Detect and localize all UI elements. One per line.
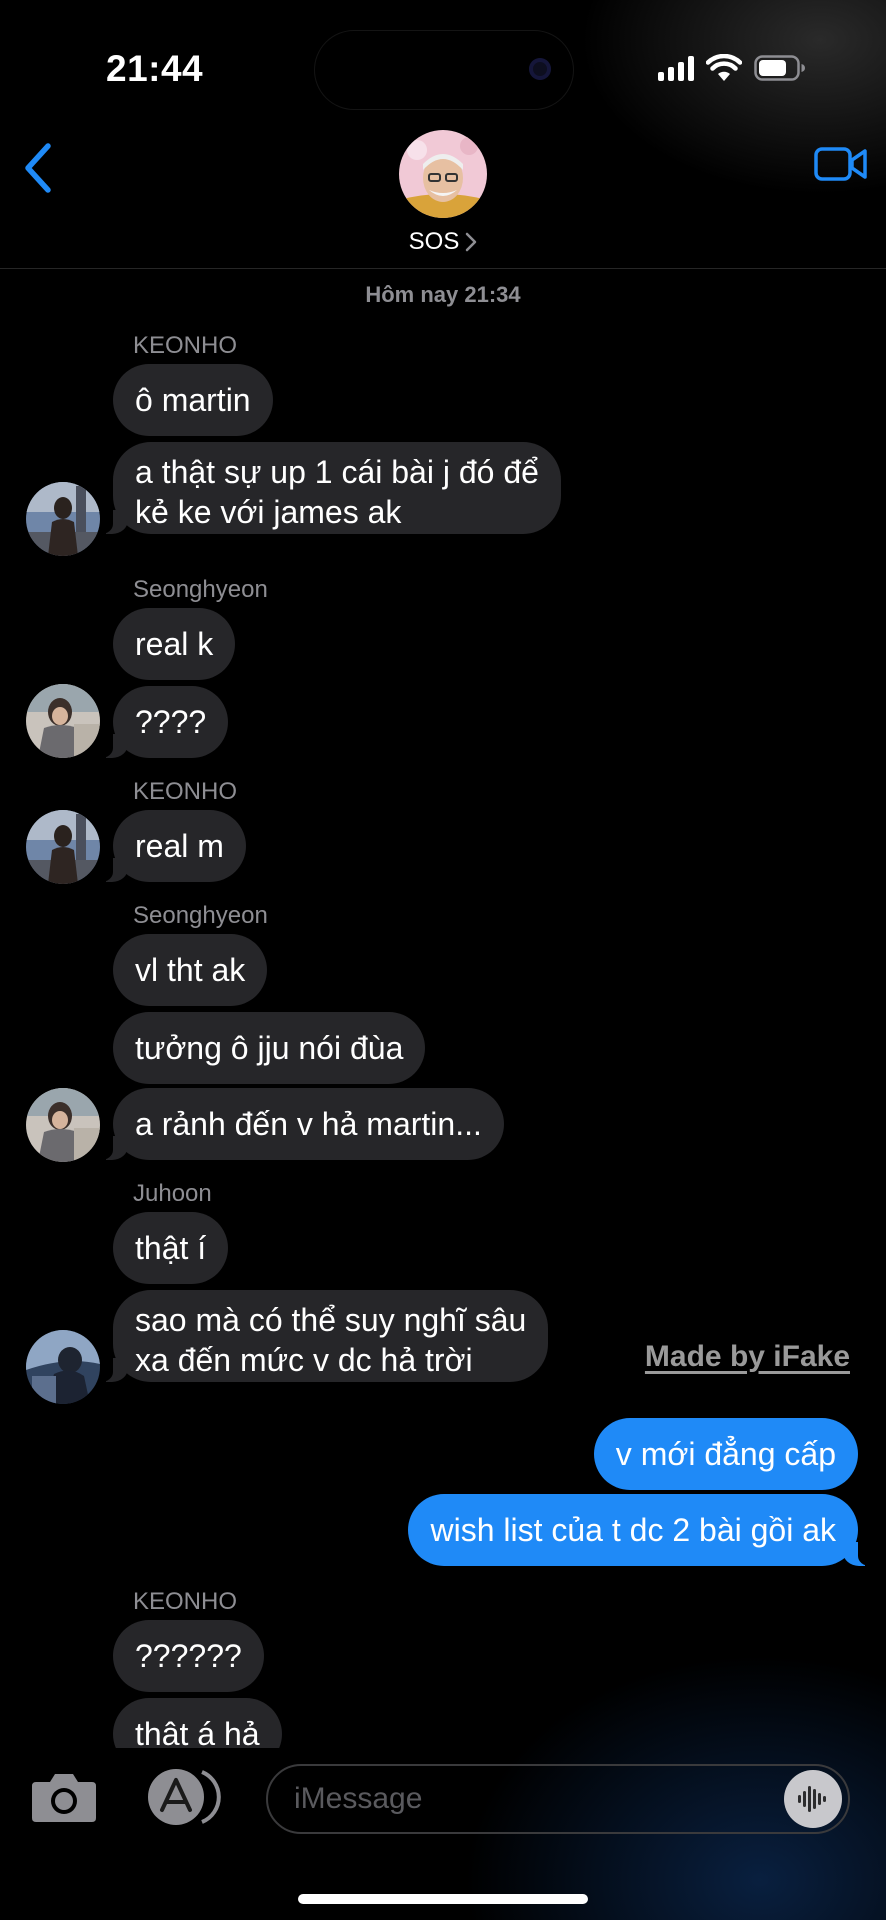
message-line: sao mà có thể suy nghĩ sâu [135,1302,527,1338]
message-bubble-outgoing[interactable]: wish list của t dc 2 bài gồi ak [408,1494,884,1566]
chevron-right-icon [466,232,477,252]
message-bubble[interactable]: sao mà có thể suy nghĩ sâu xa đến mức v … [86,1290,549,1382]
message-line: kẻ ke với james ak [135,494,402,530]
message-bubble[interactable]: thật í [113,1212,229,1284]
contact-name-button[interactable]: SOS [0,228,886,256]
audio-message-button[interactable] [784,1770,842,1828]
sender-name: Juhoon [133,1180,212,1207]
message-line: xa đến mức v dc hả trời [135,1342,473,1378]
sender-name: Seonghyeon [133,576,268,603]
message-bubble[interactable]: a rảnh đến v hả martin... [87,1088,504,1160]
sender-name: KEONHO [133,1588,238,1615]
avatar-photo [26,482,100,556]
app-store-button[interactable] [144,1766,224,1828]
sender-name: KEONHO [133,778,238,805]
wifi-icon [706,54,742,81]
chevron-left-icon [25,143,51,193]
avatar-keonho[interactable] [26,482,100,556]
avatar-photo [26,1088,100,1162]
sender-name: Seonghyeon [133,902,268,929]
avatar-juhoon[interactable] [26,1330,100,1404]
camera-button[interactable] [30,1770,104,1828]
contact-photo [399,130,487,218]
thread-timestamp: Hôm nay 21:34 [365,282,521,307]
message-bubble[interactable]: ???? [86,686,229,758]
message-placeholder: iMessage [294,1782,423,1815]
avatar-seonghyeon[interactable] [26,684,100,758]
dynamic-island [314,30,574,110]
message-bubble[interactable]: thât á hả [113,1698,282,1748]
conversation-header: SOS [0,120,886,269]
message-field[interactable]: iMessage [266,1764,850,1834]
back-button[interactable] [14,136,62,200]
contact-avatar[interactable] [399,130,487,218]
front-camera-icon [529,58,551,80]
avatar-seonghyeon[interactable] [26,1088,100,1162]
avatar-photo [26,810,100,884]
status-icons [658,54,806,82]
watermark: Made by iFake [644,1340,850,1373]
sender-name: KEONHO [133,332,238,359]
camera-icon [32,1774,96,1822]
message-bubble[interactable]: ?????? [113,1620,264,1692]
contact-name: SOS [408,228,460,255]
message-bubble-outgoing[interactable]: v mới đẳng cấp [593,1418,858,1490]
video-camera-icon [814,147,867,181]
avatar-photo [26,1330,100,1404]
home-indicator[interactable] [298,1894,588,1904]
message-bubble[interactable]: ô martin [113,364,273,436]
facetime-video-button[interactable] [812,134,870,194]
avatar-photo [26,684,100,758]
message-bubble[interactable]: a thật sự up 1 cái bài j đó để kẻ ke với… [87,442,561,534]
waveform-icon [798,1786,826,1812]
message-bubble[interactable]: tưởng ô jju nói đùa [113,1012,426,1084]
status-time: 21:44 [106,48,204,89]
status-bar: 21:44 [0,0,886,130]
message-bubble[interactable]: real m [87,810,246,882]
cellular-signal-icon [658,55,694,81]
app-store-icon [148,1769,221,1825]
message-line: a thật sự up 1 cái bài j đó để [135,454,539,490]
message-bubble[interactable]: real k [113,608,236,680]
avatar-keonho[interactable] [26,810,100,884]
message-input-bar: iMessage [0,1748,886,1920]
message-bubble[interactable]: vl tht ak [113,934,268,1006]
message-thread[interactable]: Hôm nay 21:34 KEONHO ô martin a thật sự … [0,268,886,1748]
battery-icon [754,55,805,81]
